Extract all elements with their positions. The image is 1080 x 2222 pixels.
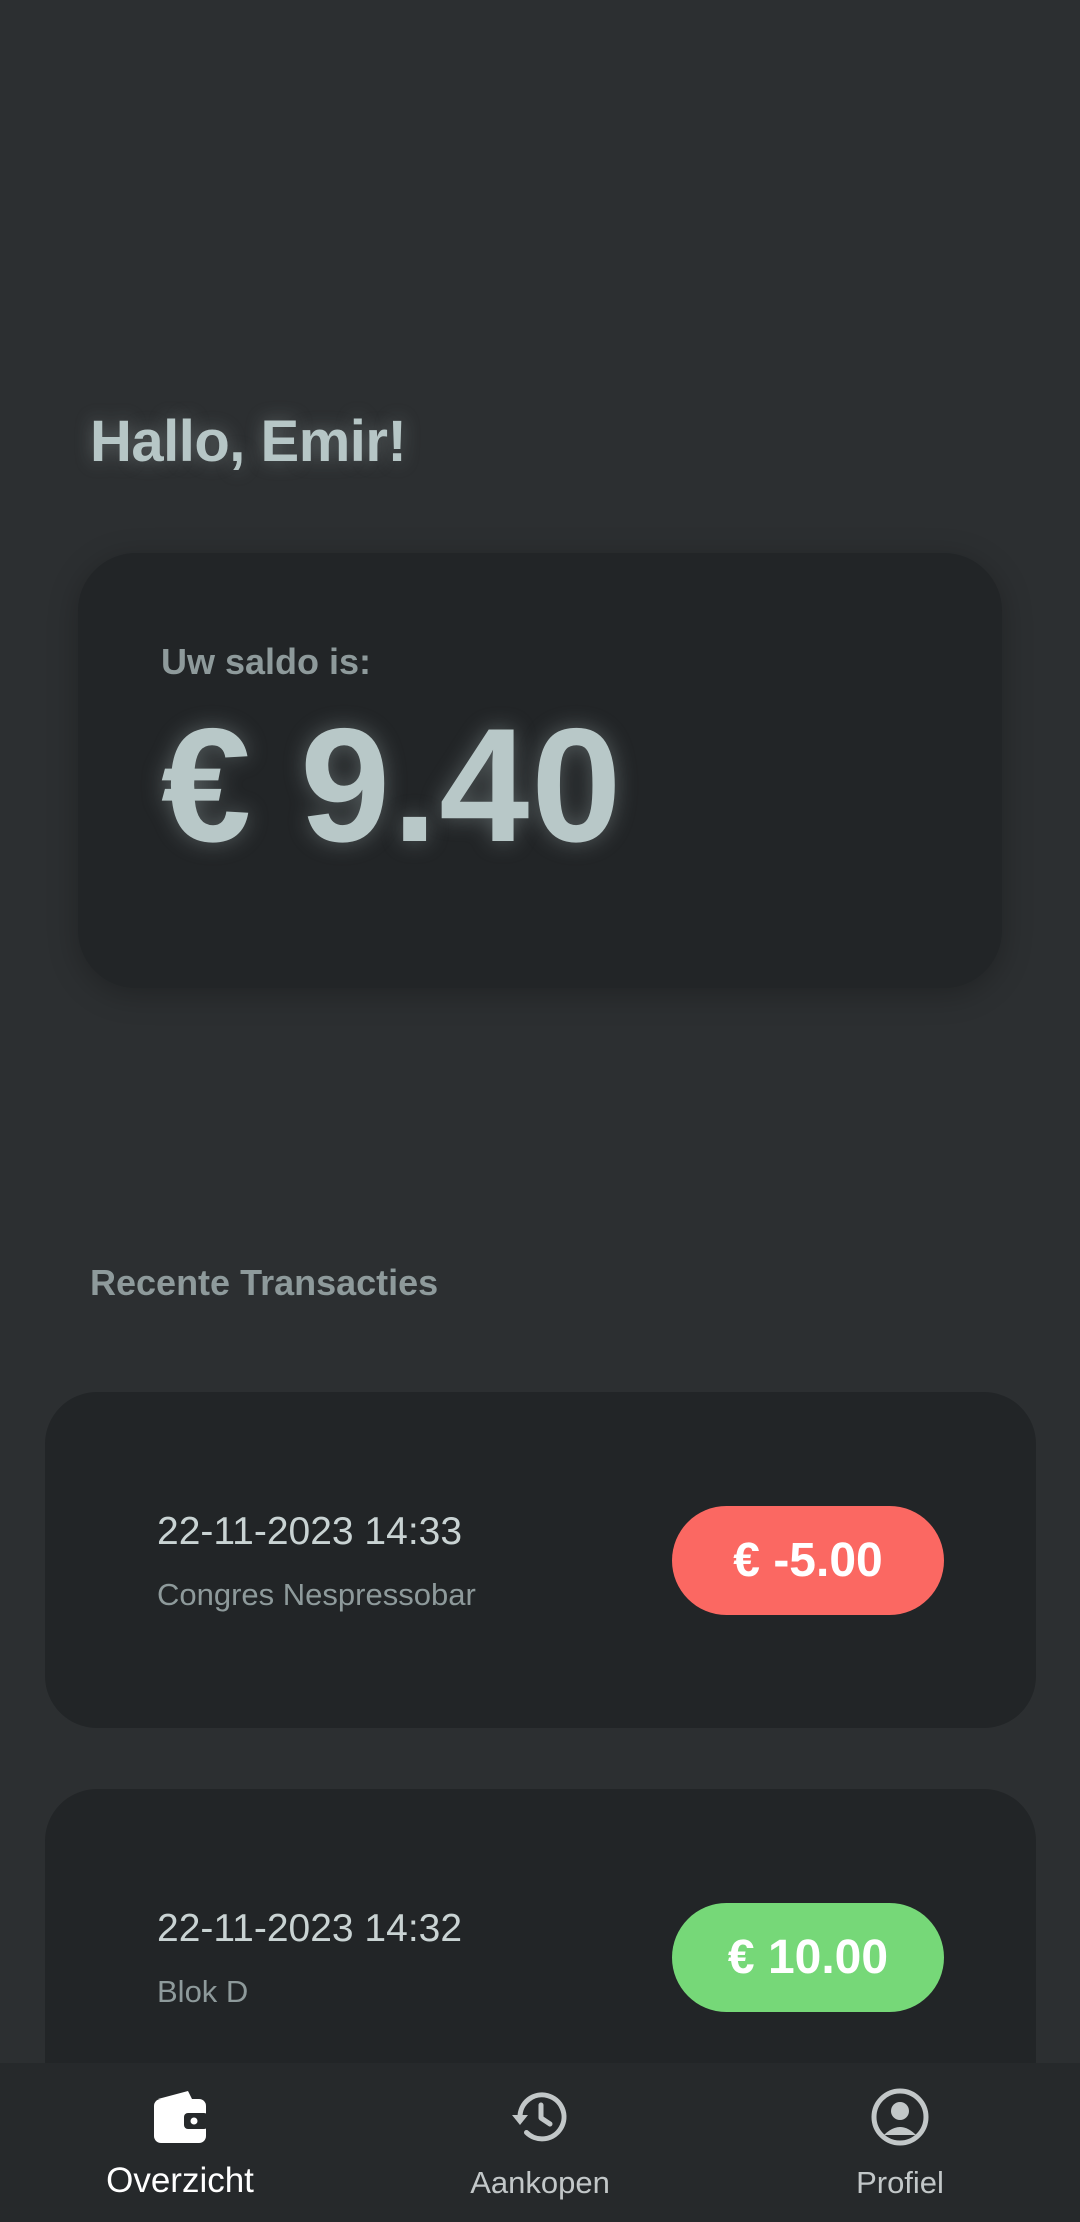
bottom-navigation: Overzicht Aankopen Profiel bbox=[0, 2063, 1080, 2222]
nav-label-overzicht: Overzicht bbox=[106, 2161, 254, 2200]
balance-card: Uw saldo is: € 9.40 bbox=[78, 553, 1002, 988]
nav-tab-profiel[interactable]: Profiel bbox=[720, 2063, 1080, 2222]
transaction-description: Blok D bbox=[157, 1974, 249, 2009]
nav-tab-aankopen[interactable]: Aankopen bbox=[360, 2063, 720, 2222]
transaction-description: Congres Nespressobar bbox=[157, 1577, 476, 1612]
nav-label-profiel: Profiel bbox=[856, 2165, 944, 2200]
history-icon bbox=[508, 2085, 572, 2149]
transaction-datetime: 22-11-2023 14:33 bbox=[157, 1510, 463, 1553]
transaction-datetime: 22-11-2023 14:32 bbox=[157, 1907, 463, 1950]
overview-screen: Hallo, Emir! Uw saldo is: € 9.40 Recente… bbox=[0, 0, 1080, 2222]
nav-label-aankopen: Aankopen bbox=[470, 2165, 610, 2200]
account-circle-icon bbox=[868, 2085, 932, 2149]
wallet-icon bbox=[148, 2085, 212, 2149]
transaction-card[interactable]: 22-11-2023 14:33 Congres Nespressobar € … bbox=[45, 1392, 1036, 1728]
balance-label: Uw saldo is: bbox=[161, 641, 372, 682]
nav-tab-overzicht[interactable]: Overzicht bbox=[0, 2063, 360, 2222]
balance-amount: € 9.40 bbox=[161, 695, 624, 876]
greeting-heading: Hallo, Emir! bbox=[90, 409, 407, 474]
transaction-amount-badge: € 10.00 bbox=[672, 1903, 944, 2012]
recent-transactions-title: Recente Transacties bbox=[90, 1262, 439, 1303]
transaction-amount-badge: € -5.00 bbox=[672, 1506, 944, 1615]
